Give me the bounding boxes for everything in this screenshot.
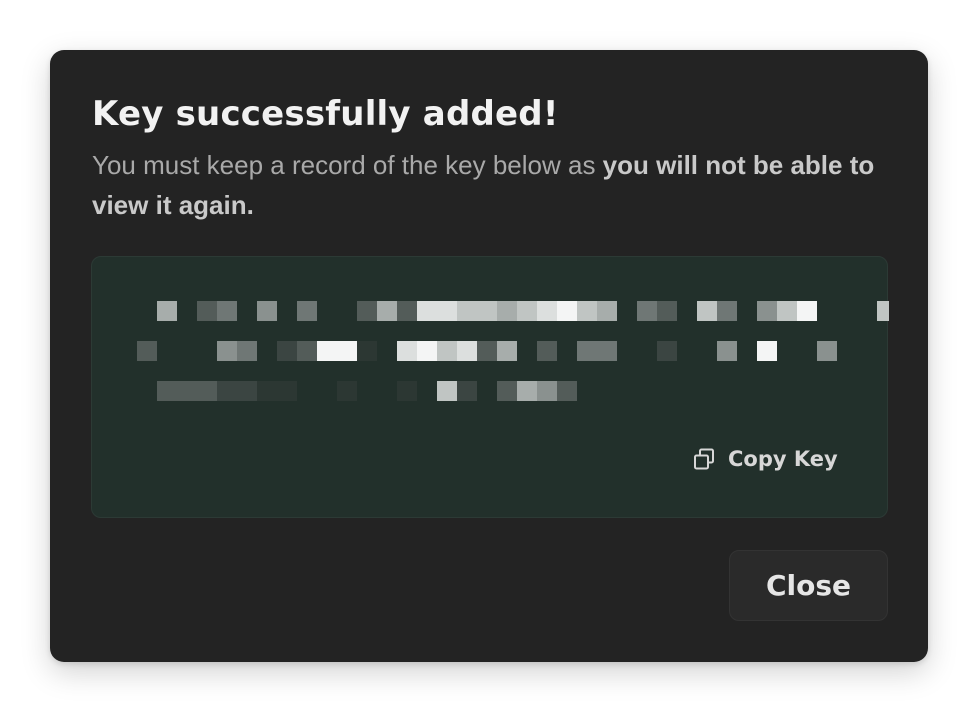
redacted-key-pixel [537,341,557,361]
redacted-key-pixel [537,301,557,321]
redacted-key-pixel [197,381,217,401]
redacted-key-pixel [537,381,557,401]
redacted-key-pixel [817,341,837,361]
redacted-key-pixel [257,381,277,401]
redacted-key-pixel [457,381,477,401]
copy-icon [694,448,714,470]
redacted-key-pixel [377,301,397,321]
redacted-key-pixel [197,301,217,321]
redacted-key-pixel [497,301,517,321]
redacted-key-pixel [517,381,537,401]
redacted-key-pixel [497,381,517,401]
redacted-key-pixel [157,381,177,401]
redacted-key-pixel [597,341,617,361]
redacted-key-pixel [657,301,677,321]
redacted-key-pixel [577,301,597,321]
description-text: You must keep a record of the key below … [92,150,603,180]
redacted-key-pixel [337,381,357,401]
redacted-key-pixel [437,381,457,401]
redacted-key-pixel [757,341,777,361]
redacted-key-pixel [417,341,437,361]
copy-key-label: Copy Key [728,447,838,471]
redacted-key-pixel [217,341,237,361]
redacted-key-pixel [357,301,377,321]
redacted-key-pixel [457,341,477,361]
redacted-key-pixel [297,341,317,361]
dialog-title: Key successfully added! [92,94,559,134]
redacted-key-pixel [437,341,457,361]
redacted-key-pixel [637,301,657,321]
redacted-key-pixel [217,381,237,401]
redacted-key-pixel [577,341,597,361]
api-key-box: Copy Key [91,256,889,518]
redacted-key-pixel [757,301,777,321]
redacted-key-pixel [397,381,417,401]
dialog-description: You must keep a record of the key below … [92,145,882,225]
redacted-key-pixel [237,341,257,361]
redacted-key-pixel [297,301,317,321]
redacted-key-pixel [557,301,577,321]
redacted-key-pixel [717,341,737,361]
redacted-key-pixel [217,301,237,321]
redacted-key-pixel [797,301,817,321]
redacted-key-pixel [417,301,437,321]
redacted-key-pixel [477,301,497,321]
redacted-key-pixel [397,341,417,361]
redacted-key-pixel [657,341,677,361]
redacted-key-pixel [237,381,257,401]
redacted-key-pixel [397,301,417,321]
redacted-key-pixel [317,341,337,361]
redacted-key-pixel [337,341,357,361]
copy-key-button[interactable]: Copy Key [692,439,838,479]
redacted-key-pixel [177,381,197,401]
redacted-key-pixel [277,381,297,401]
redacted-key-pixel [517,301,537,321]
redacted-key-pixel [277,341,297,361]
redacted-key-pixel [257,301,277,321]
redacted-key-pixel [557,381,577,401]
redacted-key-pixel [157,301,177,321]
close-button[interactable]: Close [729,550,888,621]
redacted-key-pixel [717,301,737,321]
redacted-key-pixel [357,341,377,361]
redacted-api-key [137,301,889,401]
redacted-key-pixel [437,301,457,321]
redacted-key-pixel [597,301,617,321]
redacted-key-pixel [777,301,797,321]
key-added-dialog: Key successfully added! You must keep a … [50,50,928,662]
redacted-key-pixel [497,341,517,361]
redacted-key-pixel [477,341,497,361]
redacted-key-pixel [137,341,157,361]
redacted-key-pixel [877,301,889,321]
redacted-key-pixel [457,301,477,321]
redacted-key-pixel [697,301,717,321]
